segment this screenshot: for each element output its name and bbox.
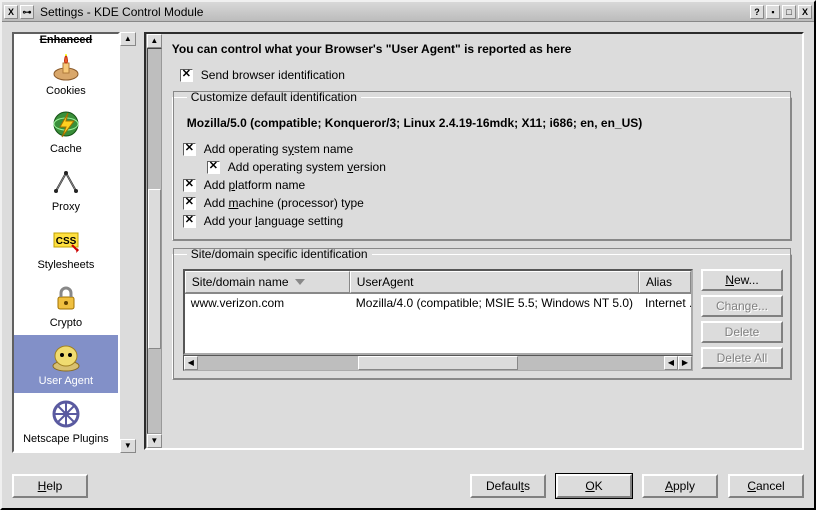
os-version-label: Add operating system version (228, 160, 386, 174)
change-button[interactable]: Change... (701, 295, 783, 317)
sidebar-item-cache[interactable]: Cache (14, 103, 118, 161)
main-vertical-scrollbar[interactable]: ▲ ▼ (146, 34, 162, 448)
window-maximize-button[interactable]: □ (782, 5, 796, 19)
hscroll-left-button[interactable]: ◀ (184, 356, 198, 370)
send-identification-label: Send browser identification (201, 68, 345, 82)
new-button[interactable]: New... (701, 269, 783, 291)
apply-button[interactable]: Apply (642, 474, 718, 498)
proxy-icon (48, 165, 84, 199)
send-identification-checkbox[interactable] (180, 69, 193, 82)
sidebar-item-stylesheets[interactable]: CSS Stylesheets (14, 219, 118, 277)
window-minimize-button[interactable]: ▪ (766, 5, 780, 19)
site-columnheader-alias[interactable]: Alias (639, 271, 691, 293)
delete-all-button[interactable]: Delete All (701, 347, 783, 369)
machine-label: Add machine (processor) type (204, 196, 364, 210)
machine-checkbox[interactable] (183, 197, 196, 210)
help-button[interactable]: Help (12, 474, 88, 498)
language-checkbox[interactable] (183, 215, 196, 228)
ua-string-display: Mozilla/5.0 (compatible; Konqueror/3; Li… (183, 112, 781, 140)
ok-button[interactable]: OK (556, 474, 632, 498)
page-title: You can control what your Browser's "Use… (172, 42, 792, 56)
sort-indicator-icon (295, 279, 305, 285)
lock-icon (48, 281, 84, 315)
sidebar-item-netscape-plugins[interactable]: Netscape Plugins (14, 393, 118, 451)
scroll-thumb[interactable] (148, 189, 161, 349)
sidebar-item-label: Proxy (16, 201, 116, 213)
sidebar-item-cookies[interactable]: Cookies (14, 45, 118, 103)
sidebar-item-label: User Agent (16, 375, 116, 387)
os-name-checkbox[interactable] (183, 143, 196, 156)
sidebar-item-proxy[interactable]: Proxy (14, 161, 118, 219)
customize-groupbox: Customize default identification Mozilla… (172, 90, 792, 241)
sidebar-down-button[interactable]: ▼ (120, 439, 136, 453)
site-columnheader-useragent[interactable]: UserAgent (350, 271, 639, 293)
delete-button[interactable]: Delete (701, 321, 783, 343)
platform-label: Add platform name (204, 178, 305, 192)
wheel-icon (48, 397, 84, 431)
sidebar-spinner: ▲ ▼ (120, 32, 136, 453)
defaults-button[interactable]: Defaults (470, 474, 546, 498)
language-label: Add your language setting (204, 214, 343, 228)
hscroll-left2-button[interactable]: ◀ (664, 356, 678, 370)
sidebar-up-button[interactable]: ▲ (120, 32, 136, 46)
table-row[interactable]: www.verizon.com Mozilla/4.0 (compatible;… (185, 294, 691, 312)
sidebar-item-label: Crypto (16, 317, 116, 329)
sidebar-item-label: Cache (16, 143, 116, 155)
user-agent-icon (48, 339, 84, 373)
customize-legend: Customize default identification (187, 90, 361, 104)
site-legend: Site/domain specific identification (187, 247, 372, 261)
cancel-button[interactable]: Cancel (728, 474, 804, 498)
scroll-up-button[interactable]: ▲ (147, 34, 162, 48)
sidebar-item-label: Netscape Plugins (16, 433, 116, 445)
table-cell-domain: www.verizon.com (185, 294, 350, 312)
os-name-label: Add operating system name (204, 142, 353, 156)
main-panel: ▲ ▼ You can control what your Browser's … (144, 32, 804, 450)
sidebar-item-label: Stylesheets (16, 259, 116, 271)
scroll-down-button[interactable]: ▼ (147, 434, 162, 448)
window-pin-button[interactable]: ⊶ (20, 5, 34, 19)
sidebar-item-label: Cookies (16, 85, 116, 97)
window-menu-button[interactable]: X (4, 5, 18, 19)
window-title: Settings - KDE Control Module (40, 5, 750, 19)
platform-checkbox[interactable] (183, 179, 196, 192)
table-horizontal-scrollbar[interactable]: ◀ ◀ ▶ (183, 355, 693, 371)
sidebar: Enhanced Browsing Cookies (12, 32, 120, 453)
window-help-button[interactable]: ? (750, 5, 764, 19)
table-cell-alias: Internet ... (639, 294, 691, 312)
sidebar-heading: Enhanced Browsing (16, 34, 116, 45)
sidebar-item-crypto[interactable]: Crypto (14, 277, 118, 335)
globe-lightning-icon (48, 107, 84, 141)
hscroll-thumb[interactable] (358, 356, 518, 370)
hscroll-right-button[interactable]: ▶ (678, 356, 692, 370)
window-titlebar: X ⊶ Settings - KDE Control Module ? ▪ □ … (2, 2, 814, 22)
css-icon: CSS (48, 223, 84, 257)
window-close-button[interactable]: X (798, 5, 812, 19)
site-groupbox: Site/domain specific identification Site… (172, 247, 792, 380)
site-table[interactable]: Site/domain name UserAgent Alias www.ver… (183, 269, 693, 355)
sidebar-item-user-agent[interactable]: User Agent (14, 335, 118, 393)
os-version-checkbox[interactable] (207, 161, 220, 174)
table-cell-useragent: Mozilla/4.0 (compatible; MSIE 5.5; Windo… (350, 294, 639, 312)
site-columnheader-domain[interactable]: Site/domain name (185, 271, 350, 293)
cookie-icon (48, 49, 84, 83)
